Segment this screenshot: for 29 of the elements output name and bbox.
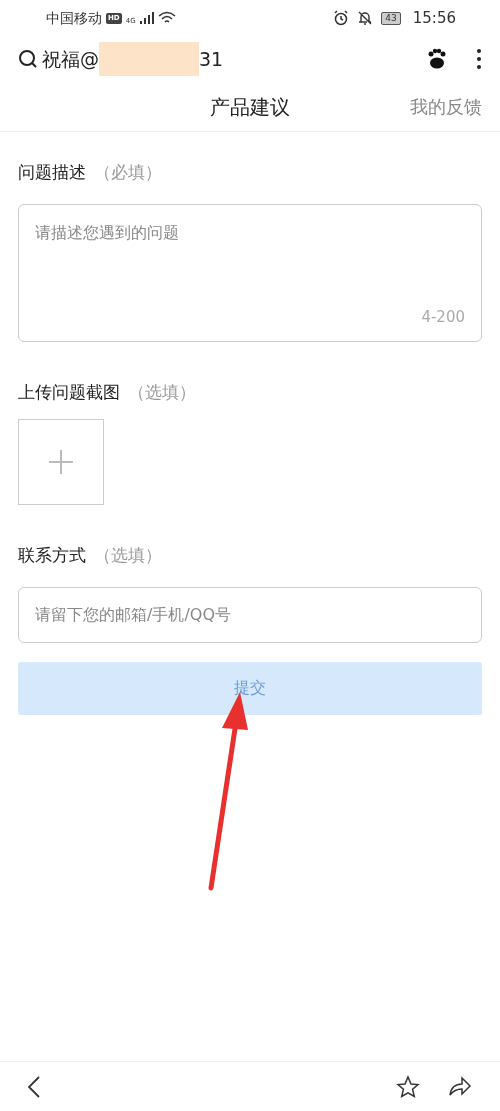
character-counter: 4-200 bbox=[421, 307, 465, 328]
tab[interactable]: 产品建议 bbox=[210, 91, 290, 122]
description-field[interactable]: 请描述您遇到的问题 4-200 bbox=[18, 203, 482, 342]
muted-bell-icon bbox=[357, 10, 374, 26]
alarm-icon bbox=[333, 10, 350, 26]
clock-time: 15:56 bbox=[412, 7, 456, 29]
section-note: （选填） bbox=[128, 380, 196, 404]
battery-indicator: 43 bbox=[381, 11, 401, 25]
carrier-text: 中国移动 bbox=[46, 8, 102, 28]
section-note: （必填） bbox=[94, 161, 162, 184]
search-query[interactable]: 祝福@ bbox=[42, 44, 99, 74]
share-icon[interactable] bbox=[448, 1075, 472, 1098]
search-icon bbox=[18, 49, 38, 69]
star-icon[interactable] bbox=[396, 1074, 420, 1099]
back-icon[interactable] bbox=[28, 1075, 40, 1098]
description-placeholder: 请描述您遇到的问题 bbox=[35, 221, 180, 244]
plus-icon bbox=[49, 450, 73, 474]
signal-icon bbox=[139, 12, 154, 24]
contact-field[interactable]: 请留下您的邮箱/手机/QQ号 bbox=[18, 586, 482, 643]
more-icon[interactable] bbox=[476, 48, 482, 70]
wifi-icon bbox=[157, 11, 176, 25]
search-query-end: 31 bbox=[199, 46, 224, 72]
paw-icon[interactable] bbox=[426, 48, 448, 70]
section-label: 联系方式 bbox=[18, 544, 86, 567]
tab[interactable]: 我的反馈 bbox=[410, 93, 482, 120]
section-note: （选填） bbox=[94, 544, 162, 567]
contact-placeholder: 请留下您的邮箱/手机/QQ号 bbox=[35, 603, 231, 626]
section-label: 上传问题截图 bbox=[18, 380, 120, 404]
section-label: 问题描述 bbox=[18, 161, 86, 184]
